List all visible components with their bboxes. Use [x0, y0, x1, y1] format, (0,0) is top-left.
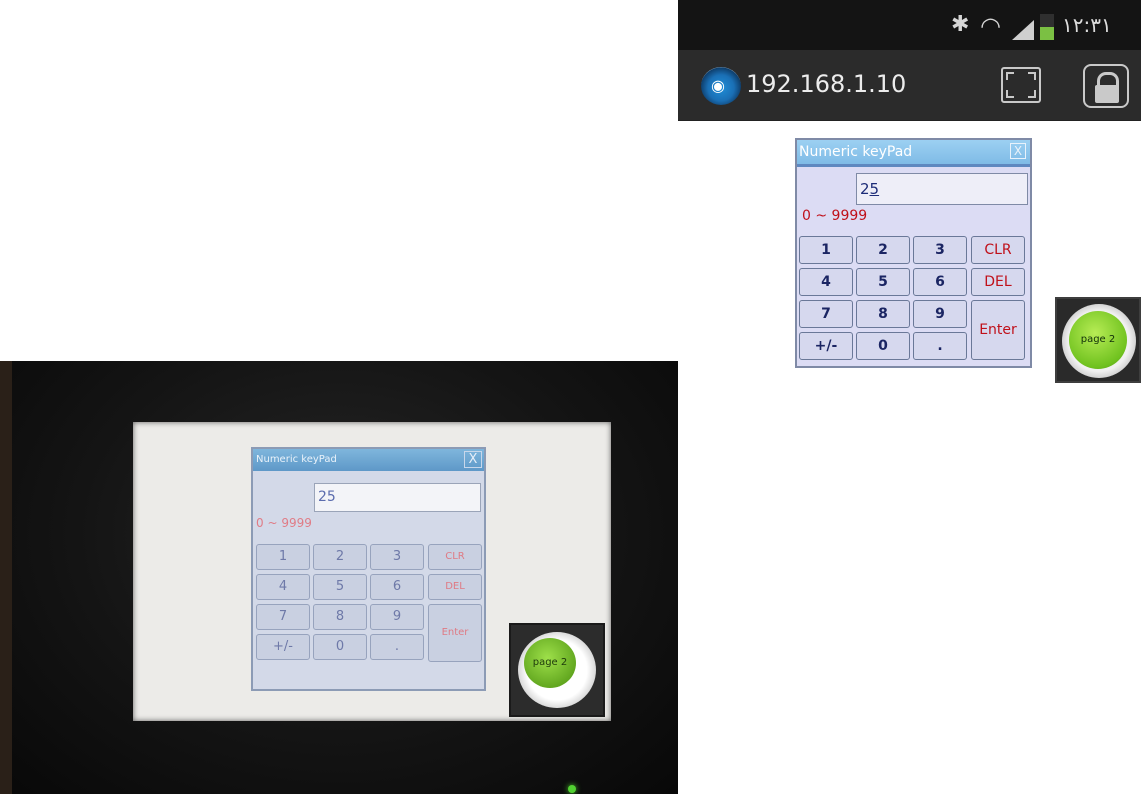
key-3[interactable]: 3 — [370, 544, 424, 570]
value-cursor-digit: 5 — [869, 180, 880, 198]
key-1[interactable]: 1 — [256, 544, 310, 570]
wifi-signal-icon: ◠ — [980, 12, 1001, 40]
keypad-value-field[interactable]: 25 — [314, 483, 481, 512]
key-3[interactable]: 3 — [913, 236, 967, 264]
numeric-keypad-dialog: Numeric keyPad X 25 0 ~ 9999 1 2 3 CLR 4… — [795, 138, 1032, 368]
phone-screenshot: ✱ ◠ ١٢:٣١ ◉ 192.168.1.10 Numeric keyPad … — [678, 0, 1141, 387]
status-bar: ✱ ◠ ١٢:٣١ — [678, 0, 1141, 50]
host-address: 192.168.1.10 — [746, 70, 907, 98]
keypad-title: Numeric keyPad — [799, 144, 913, 160]
keypad-value-field[interactable]: 25 — [856, 173, 1028, 205]
key-9[interactable]: 9 — [370, 604, 424, 630]
app-bar: ◉ 192.168.1.10 — [678, 50, 1141, 121]
lock-icon[interactable] — [1083, 64, 1129, 108]
key-7[interactable]: 7 — [799, 300, 853, 328]
panel-bezel — [0, 361, 12, 794]
decimal-point-button[interactable]: . — [913, 332, 967, 360]
key-8[interactable]: 8 — [313, 604, 367, 630]
cell-signal-icon — [1012, 20, 1034, 40]
clear-button[interactable]: CLR — [971, 236, 1025, 264]
wifi-remote-icon[interactable]: ◉ — [701, 67, 741, 105]
sign-toggle-button[interactable]: +/- — [799, 332, 853, 360]
key-0[interactable]: 0 — [313, 634, 367, 660]
bluetooth-icon: ✱ — [951, 12, 970, 37]
page-2-button-frame[interactable]: page 2 — [509, 623, 605, 717]
keypad-title-bar: Numeric keyPad X — [797, 140, 1030, 167]
numeric-keypad-dialog: Numeric keyPad X 25 0 ~ 9999 1 2 3 CLR 4… — [251, 447, 486, 691]
keypad-title: Numeric keyPad — [256, 454, 337, 465]
battery-icon — [1040, 14, 1054, 40]
page-2-button[interactable]: page 2 — [1069, 311, 1127, 369]
status-clock: ١٢:٣١ — [1062, 13, 1112, 37]
enter-button[interactable]: Enter — [971, 300, 1025, 360]
key-1[interactable]: 1 — [799, 236, 853, 264]
key-2[interactable]: 2 — [856, 236, 910, 264]
power-led-icon — [568, 785, 576, 793]
key-8[interactable]: 8 — [856, 300, 910, 328]
page-2-button-frame[interactable]: page 2 — [1055, 297, 1141, 383]
close-icon[interactable]: X — [464, 451, 482, 468]
keypad-title-bar: Numeric keyPad X — [253, 449, 484, 471]
decimal-point-button[interactable]: . — [370, 634, 424, 660]
sign-toggle-button[interactable]: +/- — [256, 634, 310, 660]
fullscreen-icon[interactable] — [1001, 67, 1041, 103]
close-icon[interactable]: X — [1010, 143, 1026, 159]
key-4[interactable]: 4 — [799, 268, 853, 296]
key-5[interactable]: 5 — [856, 268, 910, 296]
hmi-panel-photo: Numeric keyPad X 25 0 ~ 9999 1 2 3 CLR 4… — [0, 361, 678, 794]
keypad-range-hint: 0 ~ 9999 — [256, 516, 312, 530]
clear-button[interactable]: CLR — [428, 544, 482, 570]
key-5[interactable]: 5 — [313, 574, 367, 600]
enter-button[interactable]: Enter — [428, 604, 482, 662]
delete-button[interactable]: DEL — [428, 574, 482, 600]
page-2-button[interactable]: page 2 — [524, 638, 576, 688]
key-7[interactable]: 7 — [256, 604, 310, 630]
key-4[interactable]: 4 — [256, 574, 310, 600]
key-0[interactable]: 0 — [856, 332, 910, 360]
key-9[interactable]: 9 — [913, 300, 967, 328]
value-digits: 2 — [860, 180, 870, 198]
delete-button[interactable]: DEL — [971, 268, 1025, 296]
key-2[interactable]: 2 — [313, 544, 367, 570]
key-6[interactable]: 6 — [370, 574, 424, 600]
keypad-range-hint: 0 ~ 9999 — [802, 208, 868, 224]
key-6[interactable]: 6 — [913, 268, 967, 296]
